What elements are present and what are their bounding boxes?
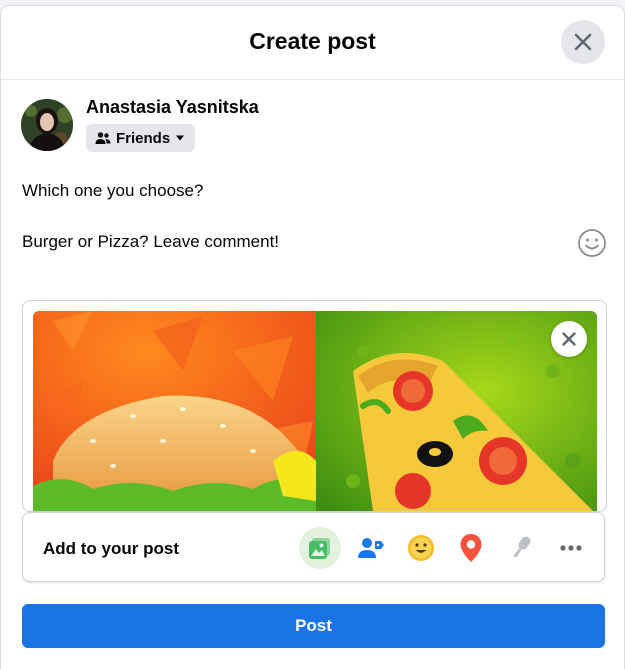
add-to-post-bar: Add to your post — [22, 512, 605, 582]
caret-down-icon — [176, 135, 185, 141]
post-text-input[interactable]: Which one you choose? Burger or Pizza? L… — [22, 178, 562, 255]
audience-selector[interactable]: Friends — [86, 124, 196, 152]
attachment-preview — [22, 300, 607, 512]
avatar[interactable] — [21, 99, 73, 151]
post-text-line-2: Burger or Pizza? Leave comment! — [22, 232, 280, 251]
feeling-activity-button[interactable] — [400, 527, 442, 569]
author-name[interactable]: Anastasia Yasnitska — [86, 97, 259, 118]
feeling-icon — [408, 535, 434, 561]
more-options-button[interactable] — [550, 527, 592, 569]
close-icon — [574, 33, 592, 51]
photo-video-button[interactable] — [299, 527, 341, 569]
microphone-icon — [514, 536, 531, 558]
dialog-header: Create post — [1, 6, 624, 80]
audience-label: Friends — [116, 129, 171, 147]
photo-icon — [309, 538, 330, 559]
add-to-post-label: Add to your post — [43, 539, 179, 558]
tag-people-button[interactable] — [350, 527, 392, 569]
attachment-image[interactable] — [33, 311, 597, 511]
smiley-icon — [578, 229, 606, 257]
tag-people-icon — [358, 538, 384, 558]
check-in-button[interactable] — [450, 527, 492, 569]
post-text-line-1: Which one you choose? — [22, 181, 204, 200]
more-icon — [560, 545, 582, 551]
dialog-title: Create post — [249, 28, 376, 54]
emoji-picker-button[interactable] — [577, 228, 607, 258]
close-icon — [562, 332, 576, 346]
post-button[interactable]: Post — [22, 604, 605, 648]
remove-attachment-button[interactable] — [551, 321, 587, 357]
burger-pizza-image — [33, 311, 597, 511]
live-audio-button[interactable] — [500, 527, 542, 569]
location-icon — [460, 534, 482, 562]
close-dialog-button[interactable] — [561, 20, 605, 64]
friends-icon — [95, 132, 111, 144]
avatar-photo — [21, 99, 73, 151]
create-post-dialog: Create post Anastasia Yasnitska Friends — [1, 6, 624, 669]
